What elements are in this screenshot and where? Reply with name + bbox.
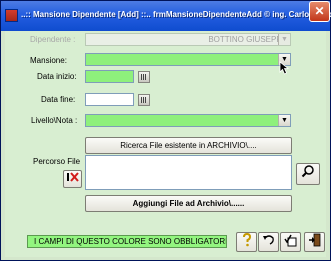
dipendente-label: Dipendente : <box>30 35 76 44</box>
livello-nota-label: Livello\Nota : <box>31 116 78 125</box>
save-button[interactable] <box>280 232 301 252</box>
mouse-cursor-icon <box>279 61 290 75</box>
data-inizio-field[interactable] <box>85 70 134 83</box>
dipendente-combo: BOTTINO GIUSEPPE ▼ <box>85 33 291 46</box>
livello-nota-combo[interactable]: ▼ <box>85 114 291 127</box>
close-button[interactable]: ✕ <box>309 1 330 22</box>
dipendente-value: BOTTINO GIUSEPPE <box>208 35 287 44</box>
ricerca-file-label: Ricerca File esistente in ARCHIVIO\.... <box>120 141 257 150</box>
percorso-file-field[interactable] <box>85 155 292 190</box>
app-window: ..:: Mansione Dipendente [Add] ::.. frmM… <box>0 0 331 261</box>
aggiungi-file-button[interactable]: Aggiungi File ad Archivio\...... <box>85 195 292 212</box>
calendar-icon[interactable] <box>138 94 150 106</box>
mansione-label: Mansione: <box>30 56 67 65</box>
help-button[interactable] <box>236 232 257 252</box>
aggiungi-file-label: Aggiungi File ad Archivio\...... <box>132 199 245 208</box>
exit-icon <box>308 233 320 247</box>
dropdown-arrow-icon: ▼ <box>278 34 290 45</box>
magnifier-icon <box>301 165 314 178</box>
undo-button[interactable] <box>258 232 279 252</box>
clear-path-icon <box>66 172 79 182</box>
help-icon <box>242 232 251 247</box>
ricerca-file-button[interactable]: Ricerca File esistente in ARCHIVIO\.... <box>85 137 292 154</box>
clear-path-button[interactable] <box>63 170 82 188</box>
window-title: ..:: Mansione Dipendente [Add] ::.. frmM… <box>21 10 331 19</box>
calendar-icon[interactable] <box>138 71 150 83</box>
data-fine-field[interactable] <box>85 93 134 106</box>
title-bar: ..:: Mansione Dipendente [Add] ::.. frmM… <box>1 1 331 31</box>
search-file-button[interactable] <box>296 163 320 185</box>
app-icon <box>5 9 18 22</box>
required-fields-notice: I CAMPI DI QUESTO COLORE SONO OBBLIGATOR… <box>27 235 227 248</box>
close-icon: ✕ <box>314 4 325 18</box>
exit-button[interactable] <box>304 232 325 252</box>
percorso-file-label: Percorso File <box>33 157 81 166</box>
form-area: Dipendente : BOTTINO GIUSEPPE ▼ Mansione… <box>5 31 326 257</box>
data-fine-label: Data fine: <box>41 95 76 104</box>
dropdown-arrow-icon[interactable]: ▼ <box>278 115 290 126</box>
required-notice-text: I CAMPI DI QUESTO COLORE SONO OBBLIGATOR… <box>34 237 227 246</box>
save-icon <box>283 234 296 247</box>
data-inizio-label: Data inizio: <box>37 72 77 81</box>
undo-icon <box>262 235 274 245</box>
mansione-combo[interactable]: ▼ <box>85 53 291 66</box>
